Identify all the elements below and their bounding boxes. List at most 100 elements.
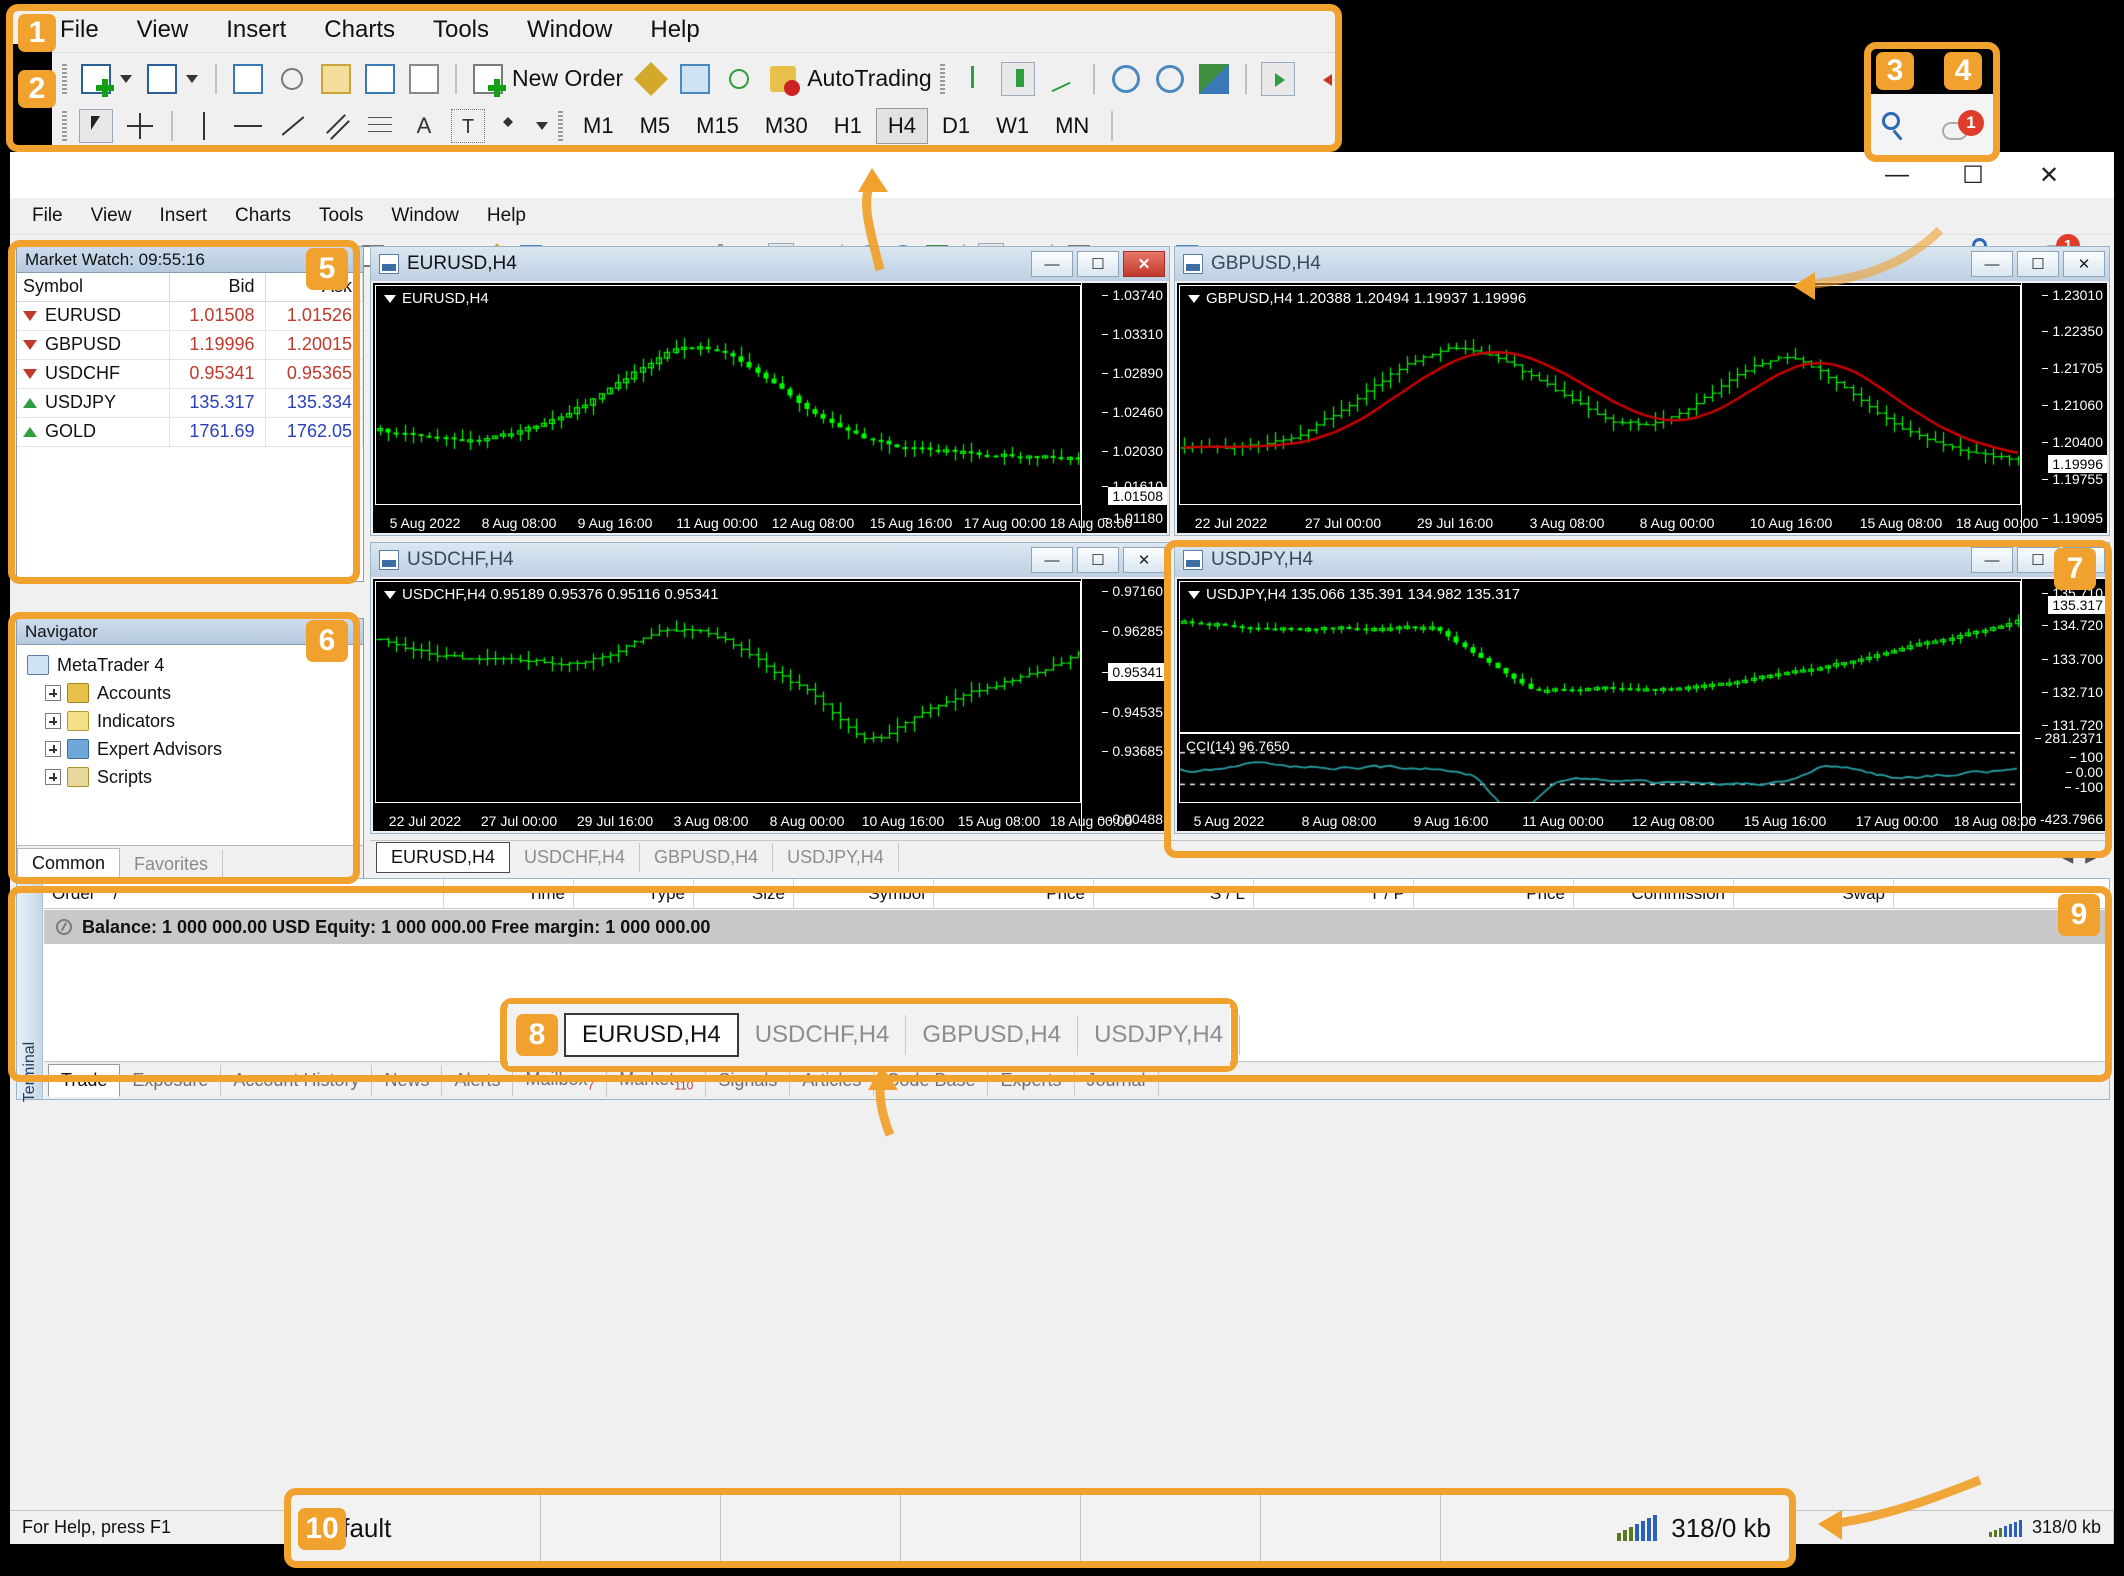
auto-scroll-icon[interactable]	[1260, 61, 1295, 96]
chart-minimize-button[interactable]: —	[1031, 547, 1073, 573]
navigator-tree[interactable]: MetaTrader 4 Accounts Indicators Expert …	[17, 645, 363, 791]
strategy-tester-icon[interactable]	[407, 62, 441, 96]
navigator-tab-common[interactable]: Common	[17, 848, 121, 879]
autotrading-label[interactable]: AutoTrading	[807, 65, 931, 92]
chart-restore-button[interactable]: ☐	[2017, 547, 2059, 573]
price-scale[interactable]: 0.97160 0.96285 0.95410 0.94535 0.93685 …	[1081, 579, 1167, 831]
terminal-tab-trade[interactable]: Trade	[48, 1064, 121, 1097]
expand-icon[interactable]	[45, 685, 61, 701]
toolbar-grip[interactable]	[939, 63, 945, 94]
terminal-tab-mailbox[interactable]: Mailbox7	[513, 1063, 608, 1098]
chart-tab-gbpusd[interactable]: GBPUSD,H4	[640, 843, 774, 872]
menu-item-charts[interactable]: Charts	[235, 205, 291, 227]
chart-shift-icon[interactable]	[1305, 62, 1336, 96]
period-D1[interactable]: D1	[930, 108, 982, 144]
scroll-right-icon[interactable]: ▶	[2085, 849, 2096, 866]
table-row[interactable]: EURUSD 1.01508 1.01526	[17, 301, 363, 331]
data-window-icon[interactable]	[275, 62, 309, 96]
zoom-out-icon[interactable]	[1153, 62, 1187, 96]
time-scale[interactable]: 22 Jul 2022 27 Jul 00:00 29 Jul 16:00 3 …	[373, 805, 1132, 831]
time-scale[interactable]: 22 Jul 2022 27 Jul 00:00 29 Jul 16:00 3 …	[1177, 507, 2038, 533]
terminal-tab-strip[interactable]: Trade Exposure Account History News Aler…	[44, 1061, 2109, 1099]
text-icon[interactable]: A	[407, 109, 441, 143]
navigator-icon[interactable]	[319, 62, 353, 96]
terminal-tab-account-history[interactable]: Account History	[221, 1065, 373, 1096]
column-price-close[interactable]: Price	[1414, 879, 1574, 908]
text-label-icon[interactable]: T	[451, 109, 485, 143]
chart-close-button[interactable]: ✕	[2063, 251, 2105, 277]
chart-tab-usdchf[interactable]: USDCHF,H4	[739, 1015, 907, 1055]
new-chart-dropdown-icon[interactable]	[120, 74, 132, 83]
column-price-open[interactable]: Price	[934, 879, 1094, 908]
market-watch-table[interactable]: Symbol Bid Ask EURUSD 1.01508 1.01526 GB…	[17, 273, 363, 447]
menu-item-view[interactable]: View	[137, 16, 189, 44]
terminal-vertical-label[interactable]: Terminal	[17, 879, 43, 1102]
line-chart-icon[interactable]	[1045, 62, 1079, 96]
candlestick-chart-icon[interactable]	[1000, 61, 1035, 96]
maximize-button[interactable]: ☐	[1942, 152, 2004, 198]
terminal-tab-experts[interactable]: Experts	[988, 1065, 1075, 1096]
menu-item-help[interactable]: Help	[650, 16, 699, 44]
chart-canvas-area[interactable]: USDJPY,H4 135.066 135.391 134.982 135.31…	[1177, 579, 2107, 831]
chart-window-usdchf[interactable]: USDCHF,H4 — ☐ ✕ USDCHF,H4 0.95189 0.9537…	[370, 542, 1170, 834]
shapes-icon[interactable]	[495, 109, 529, 143]
scroll-left-icon[interactable]: ◀	[2062, 849, 2073, 866]
terminal-tab-news[interactable]: News	[372, 1065, 443, 1096]
chart-title-bar[interactable]: USDJPY,H4 — ☐ ✕	[1175, 543, 2109, 577]
account-summary-row[interactable]: Balance: 1 000 000.00 USD Equity: 1 000 …	[44, 910, 2109, 944]
menu-item-file[interactable]: File	[32, 205, 63, 227]
chart-tab-usdjpy[interactable]: USDJPY,H4	[1078, 1015, 1241, 1055]
chart-plot[interactable]: GBPUSD,H4 1.20388 1.20494 1.19937 1.1999…	[1179, 285, 2021, 505]
equidistant-channel-icon[interactable]	[319, 109, 353, 143]
signals-icon[interactable]	[722, 62, 756, 96]
new-chart-icon[interactable]	[79, 62, 114, 97]
search-icon[interactable]	[1880, 112, 1910, 142]
chart-tab-strip[interactable]: EURUSD,H4 USDCHF,H4 GBPUSD,H4 USDJPY,H4 …	[370, 840, 2110, 874]
terminal-tab-exposure[interactable]: Exposure	[120, 1065, 222, 1096]
terminal-tab-signals[interactable]: Signals	[706, 1065, 791, 1096]
tile-windows-icon[interactable]	[1197, 62, 1231, 96]
horizontal-line-icon[interactable]	[231, 109, 265, 143]
terminal-tab-articles[interactable]: Articles	[790, 1065, 875, 1096]
expand-icon[interactable]	[45, 713, 61, 729]
tree-item-accounts[interactable]: Accounts	[27, 679, 363, 707]
minimize-button[interactable]: —	[1866, 152, 1928, 198]
time-scale[interactable]: 5 Aug 2022 8 Aug 08:00 9 Aug 16:00 11 Au…	[373, 507, 1133, 533]
navigator-tabs[interactable]: Common Favorites	[17, 845, 363, 879]
menu-item-insert[interactable]: Insert	[226, 16, 286, 44]
menu-bar[interactable]: File View Insert Charts Tools Window Hel…	[10, 198, 2114, 234]
profiles-icon[interactable]	[145, 62, 179, 96]
toolbar-grip[interactable]	[62, 111, 67, 141]
fibonacci-icon[interactable]	[363, 109, 397, 143]
menu-item-help[interactable]: Help	[487, 205, 526, 227]
vertical-line-icon[interactable]	[187, 109, 221, 143]
notification-icon[interactable]: 1	[1942, 110, 1984, 146]
price-scale[interactable]: 135.710 134.720 133.700 132.710 131.720 …	[2021, 579, 2107, 831]
column-bid[interactable]: Bid	[169, 273, 266, 302]
chart-tab-usdjpy[interactable]: USDJPY,H4	[773, 843, 899, 872]
chart-restore-button[interactable]: ☐	[2017, 251, 2059, 277]
new-order-icon[interactable]	[471, 62, 506, 97]
table-row[interactable]: USDJPY 135.317 135.334	[17, 388, 363, 418]
price-scale[interactable]: 1.03740 1.03310 1.02890 1.02460 1.02030 …	[1081, 283, 1167, 533]
expand-icon[interactable]	[45, 769, 61, 785]
trendline-icon[interactable]	[275, 109, 309, 143]
period-M30[interactable]: M30	[753, 108, 820, 144]
chart-window-usdjpy[interactable]: USDJPY,H4 — ☐ ✕ USDJPY,H4 135.066 135.39…	[1174, 542, 2110, 834]
tree-item-scripts[interactable]: Scripts	[27, 763, 363, 791]
table-row[interactable]: GOLD 1761.69 1762.05	[17, 417, 363, 447]
column-order[interactable]: Order /	[44, 879, 444, 908]
period-M5[interactable]: M5	[628, 108, 683, 144]
chart-title-bar[interactable]: GBPUSD,H4 — ☐ ✕	[1175, 247, 2109, 281]
period-M1[interactable]: M1	[571, 108, 626, 144]
new-order-label[interactable]: New Order	[512, 65, 623, 92]
tree-item-indicators[interactable]: Indicators	[27, 707, 363, 735]
menu-item-tools[interactable]: Tools	[433, 16, 489, 44]
metaeditor-icon[interactable]	[634, 61, 669, 96]
chart-minimize-button[interactable]: —	[1031, 251, 1073, 277]
period-H1[interactable]: H1	[822, 108, 874, 144]
profiles-dropdown-icon[interactable]	[186, 74, 198, 83]
chart-restore-button[interactable]: ☐	[1077, 251, 1119, 277]
period-W1[interactable]: W1	[984, 108, 1041, 144]
chart-title-bar[interactable]: EURUSD,H4 — ☐ ✕	[371, 247, 1169, 281]
